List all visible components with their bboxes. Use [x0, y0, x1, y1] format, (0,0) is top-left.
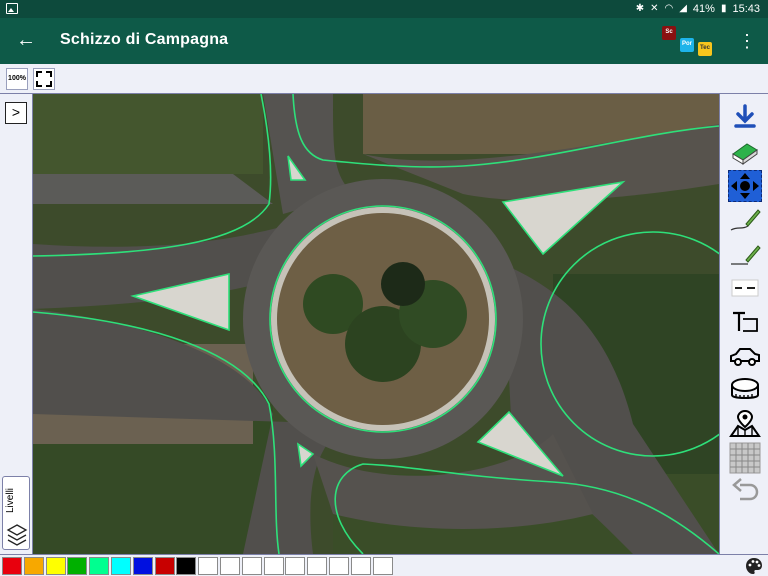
- move-icon: [731, 173, 759, 199]
- color-swatch[interactable]: [307, 557, 328, 575]
- color-swatch[interactable]: [67, 557, 88, 575]
- mute-icon: ✕: [650, 3, 659, 14]
- status-bar: ✱ ✕ ◠ ◢ 41% ▮ 15:43: [0, 0, 768, 18]
- palette-icon[interactable]: [745, 557, 763, 575]
- color-swatch[interactable]: [154, 557, 175, 575]
- color-swatch[interactable]: [263, 557, 284, 575]
- wifi-icon: ◠: [664, 3, 674, 14]
- expand-panel-button[interactable]: >: [5, 102, 27, 124]
- measure-tape-icon: [731, 378, 759, 399]
- pen-icon: [730, 209, 761, 231]
- tool-pencil[interactable]: [728, 238, 762, 270]
- tool-grid[interactable]: [728, 442, 762, 474]
- tool-eraser[interactable]: [728, 136, 762, 168]
- color-swatch[interactable]: [285, 557, 306, 575]
- color-swatch[interactable]: [132, 557, 153, 575]
- fit-screen-button[interactable]: [33, 68, 55, 90]
- bluetooth-icon: ✱: [635, 3, 645, 14]
- right-toolbar: [719, 94, 768, 554]
- color-swatch[interactable]: [350, 557, 371, 575]
- left-panel: > Livelli: [0, 94, 33, 554]
- app-bar: ← Schizzo di Campagna Sc Por Tec ⋮: [0, 18, 768, 64]
- layers-button[interactable]: Livelli: [2, 476, 30, 550]
- download-icon: [734, 104, 756, 128]
- tool-vehicle[interactable]: [728, 340, 762, 372]
- tool-save[interactable]: [728, 102, 762, 134]
- chevron-right-icon: >: [11, 104, 21, 120]
- undo-icon: [732, 478, 759, 501]
- color-swatch[interactable]: [2, 557, 22, 575]
- car-icon: [730, 348, 760, 366]
- color-palette: [0, 554, 768, 576]
- back-arrow-icon[interactable]: ←: [14, 29, 38, 53]
- sketch-canvas[interactable]: [33, 94, 719, 554]
- eraser-icon: [732, 143, 758, 165]
- color-swatch[interactable]: [198, 557, 219, 575]
- color-swatch[interactable]: [176, 557, 197, 575]
- color-swatch[interactable]: [241, 557, 262, 575]
- logo-square-red: Sc: [662, 26, 676, 40]
- page-title: Schizzo di Campagna: [60, 31, 229, 48]
- layers-label: Livelli: [5, 487, 16, 513]
- color-swatch[interactable]: [111, 557, 131, 575]
- pencil-icon: [731, 245, 761, 265]
- zoom-100-button[interactable]: 100%: [6, 68, 28, 90]
- top-toolbar: 100%: [0, 64, 768, 94]
- tool-measure[interactable]: [728, 374, 762, 406]
- tool-undo[interactable]: [728, 476, 762, 508]
- color-swatch[interactable]: [89, 557, 110, 575]
- color-swatch[interactable]: [220, 557, 240, 575]
- fit-screen-icon: [36, 71, 52, 87]
- tool-pen[interactable]: [728, 204, 762, 236]
- color-swatch[interactable]: [372, 557, 393, 575]
- app-logo: Sc Por Tec: [662, 24, 714, 60]
- status-icons: ✱ ✕ ◠ ◢ 41% ▮ 15:43: [636, 2, 760, 16]
- battery-level: 41%: [692, 3, 715, 15]
- image-icon: [6, 3, 18, 14]
- overflow-menu-icon[interactable]: ⋮: [738, 30, 756, 52]
- grid-icon: [729, 442, 761, 474]
- aerial-map: [33, 94, 719, 554]
- tool-dashed-line[interactable]: [728, 272, 762, 304]
- color-swatch[interactable]: [45, 557, 66, 575]
- logo-square-yellow: Tec: [698, 42, 712, 56]
- logo-square-blue: Por: [680, 38, 694, 52]
- tool-text[interactable]: [728, 306, 762, 338]
- text-tool-icon: [733, 311, 758, 332]
- signal-icon: ◢: [679, 3, 687, 14]
- dashed-line-icon: [731, 279, 759, 297]
- color-swatch[interactable]: [23, 557, 44, 575]
- battery-icon: ▮: [720, 3, 727, 14]
- clock: 15:43: [732, 3, 760, 15]
- tool-map[interactable]: [728, 408, 762, 440]
- layers-icon: [6, 524, 28, 546]
- tool-move[interactable]: [728, 170, 762, 202]
- map-marker-icon: [729, 409, 761, 437]
- color-swatch[interactable]: [329, 557, 349, 575]
